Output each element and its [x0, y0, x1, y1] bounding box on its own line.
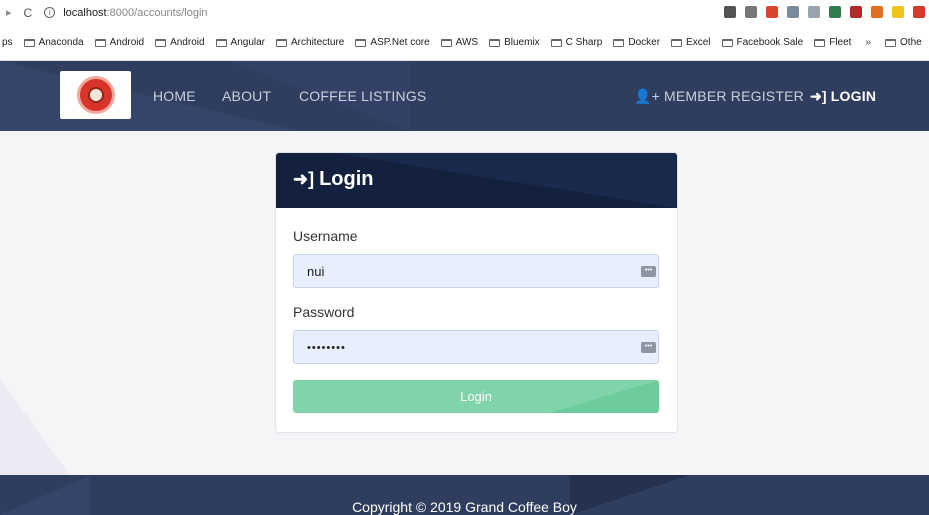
login-title-text: Login — [319, 168, 374, 190]
bookmark-item[interactable]: C Sharp — [550, 37, 603, 48]
bookmark-label: AWS — [455, 37, 479, 48]
site-navbar: HOME ABOUT COFFEE LISTINGS 👤+ MEMBER REGI… — [0, 61, 929, 131]
sign-in-icon: ➜] — [293, 169, 315, 189]
sign-in-icon: ➜] — [810, 88, 827, 104]
office-icon[interactable] — [766, 6, 778, 18]
bookmark-label: C Sharp — [565, 37, 603, 48]
bookmarks-more-icon[interactable]: » — [865, 37, 871, 48]
password-manager-icon[interactable]: ••• — [641, 342, 656, 353]
bookmark-label: Anaconda — [38, 37, 84, 48]
username-label: Username — [293, 228, 358, 244]
folder-icon — [23, 38, 35, 47]
back-icon[interactable]: ▸ — [6, 6, 12, 19]
nav-home[interactable]: HOME — [153, 88, 196, 104]
password-value: •••••••• — [307, 342, 346, 354]
star-icon[interactable] — [745, 6, 757, 18]
site-footer: Copyright © 2019 Grand Coffee Boy — [0, 475, 929, 515]
password-input[interactable]: •••••••• ••• — [293, 330, 659, 364]
coffee-boy-logo-icon — [76, 76, 115, 114]
url-host: localhost — [63, 6, 107, 19]
nav-coffee-listings[interactable]: COFFEE LISTINGS — [299, 88, 426, 104]
bookmark-label: Facebook Sale — [736, 37, 804, 48]
login-card: ➜] Login Username nui ••• Password •••••… — [275, 152, 678, 433]
folder-icon — [721, 38, 733, 47]
login-button[interactable]: Login — [293, 380, 659, 413]
triangle-icon[interactable] — [808, 6, 820, 18]
bookmark-label: Excel — [686, 37, 711, 48]
bookmark-label: Android — [109, 37, 145, 48]
bookmark-label: Othe — [900, 37, 922, 48]
login-button-label: Login — [460, 389, 492, 404]
extension-icons — [724, 6, 925, 18]
bookmark-label: Angular — [230, 37, 266, 48]
browser-toolbar: ▸ C i localhost:8000/accounts/login — [0, 0, 929, 25]
url-path: :8000/accounts/login — [106, 6, 208, 19]
bookmark-label: ASP.Net core — [370, 37, 430, 48]
user-plus-icon: 👤+ — [634, 88, 661, 104]
folder-icon — [276, 38, 288, 47]
bookmark-label: Bluemix — [504, 37, 540, 48]
nav-member-register[interactable]: 👤+ MEMBER REGISTER — [634, 88, 804, 105]
bookmark-item[interactable]: Android — [155, 37, 205, 48]
folder-icon — [215, 38, 227, 47]
bookmark-item[interactable]: Excel — [671, 37, 711, 48]
bookmark-other[interactable]: Othe — [885, 37, 922, 48]
pie-icon[interactable] — [871, 6, 883, 18]
bookmark-item[interactable]: Architecture — [276, 37, 344, 48]
password-label: Password — [293, 304, 355, 320]
login-title: ➜] Login — [293, 168, 374, 191]
folder-icon — [440, 38, 452, 47]
key-icon[interactable] — [724, 6, 736, 18]
button-decoration — [549, 380, 659, 413]
username-value: nui — [307, 264, 325, 279]
nav-register-label: MEMBER REGISTER — [664, 88, 804, 104]
message-icon[interactable] — [892, 6, 904, 18]
bookmarks-bar: ps Anaconda Android Android Angular Architec… — [0, 25, 929, 61]
header-decoration — [336, 153, 676, 208]
address-bar[interactable]: i localhost:8000/accounts/login — [44, 6, 208, 19]
bookmark-item[interactable]: Android — [94, 37, 145, 48]
shield-icon[interactable] — [829, 6, 841, 18]
s-icon[interactable] — [913, 6, 925, 18]
password-manager-icon[interactable]: ••• — [641, 266, 656, 277]
folder-icon — [489, 38, 501, 47]
bookmark-label: Android — [170, 37, 205, 48]
folder-icon — [550, 38, 562, 47]
folder-icon — [814, 38, 826, 47]
circle-icon[interactable] — [787, 6, 799, 18]
site-logo[interactable] — [60, 71, 131, 119]
bookmark-prefix[interactable]: ps — [2, 37, 13, 48]
folder-icon — [94, 38, 106, 47]
background-decoration — [0, 380, 70, 475]
footer-copyright: Copyright © 2019 Grand Coffee Boy — [352, 499, 577, 515]
nav-about[interactable]: ABOUT — [222, 88, 271, 104]
folder-icon — [155, 38, 167, 47]
folder-icon — [885, 38, 897, 47]
folder-icon — [613, 38, 625, 47]
username-input[interactable]: nui ••• — [293, 254, 659, 288]
bookmark-label: Architecture — [291, 37, 345, 48]
folder-icon — [671, 38, 683, 47]
dot-icon[interactable] — [850, 6, 862, 18]
bookmark-item[interactable]: Docker — [613, 37, 660, 48]
folder-icon — [355, 38, 367, 47]
login-card-header: ➜] Login — [276, 153, 677, 208]
nav-login[interactable]: ➜] LOGIN — [810, 88, 876, 105]
bookmark-item[interactable]: AWS — [440, 37, 479, 48]
bookmark-item[interactable]: Anaconda — [23, 37, 84, 48]
bookmark-item[interactable]: Bluemix — [489, 37, 540, 48]
bookmark-item[interactable]: ASP.Net core — [355, 37, 430, 48]
reload-icon[interactable]: C — [24, 6, 33, 20]
nav-login-label: LOGIN — [830, 88, 877, 104]
bookmark-item[interactable]: Facebook Sale — [721, 37, 804, 48]
bookmark-label: Fleet — [829, 37, 852, 48]
bookmark-item[interactable]: Angular — [215, 37, 266, 48]
bookmark-label: Docker — [628, 37, 661, 48]
info-icon[interactable]: i — [44, 7, 56, 18]
bookmark-item[interactable]: Fleet — [814, 37, 851, 48]
login-form: Username nui ••• Password •••••••• ••• L… — [276, 208, 677, 432]
